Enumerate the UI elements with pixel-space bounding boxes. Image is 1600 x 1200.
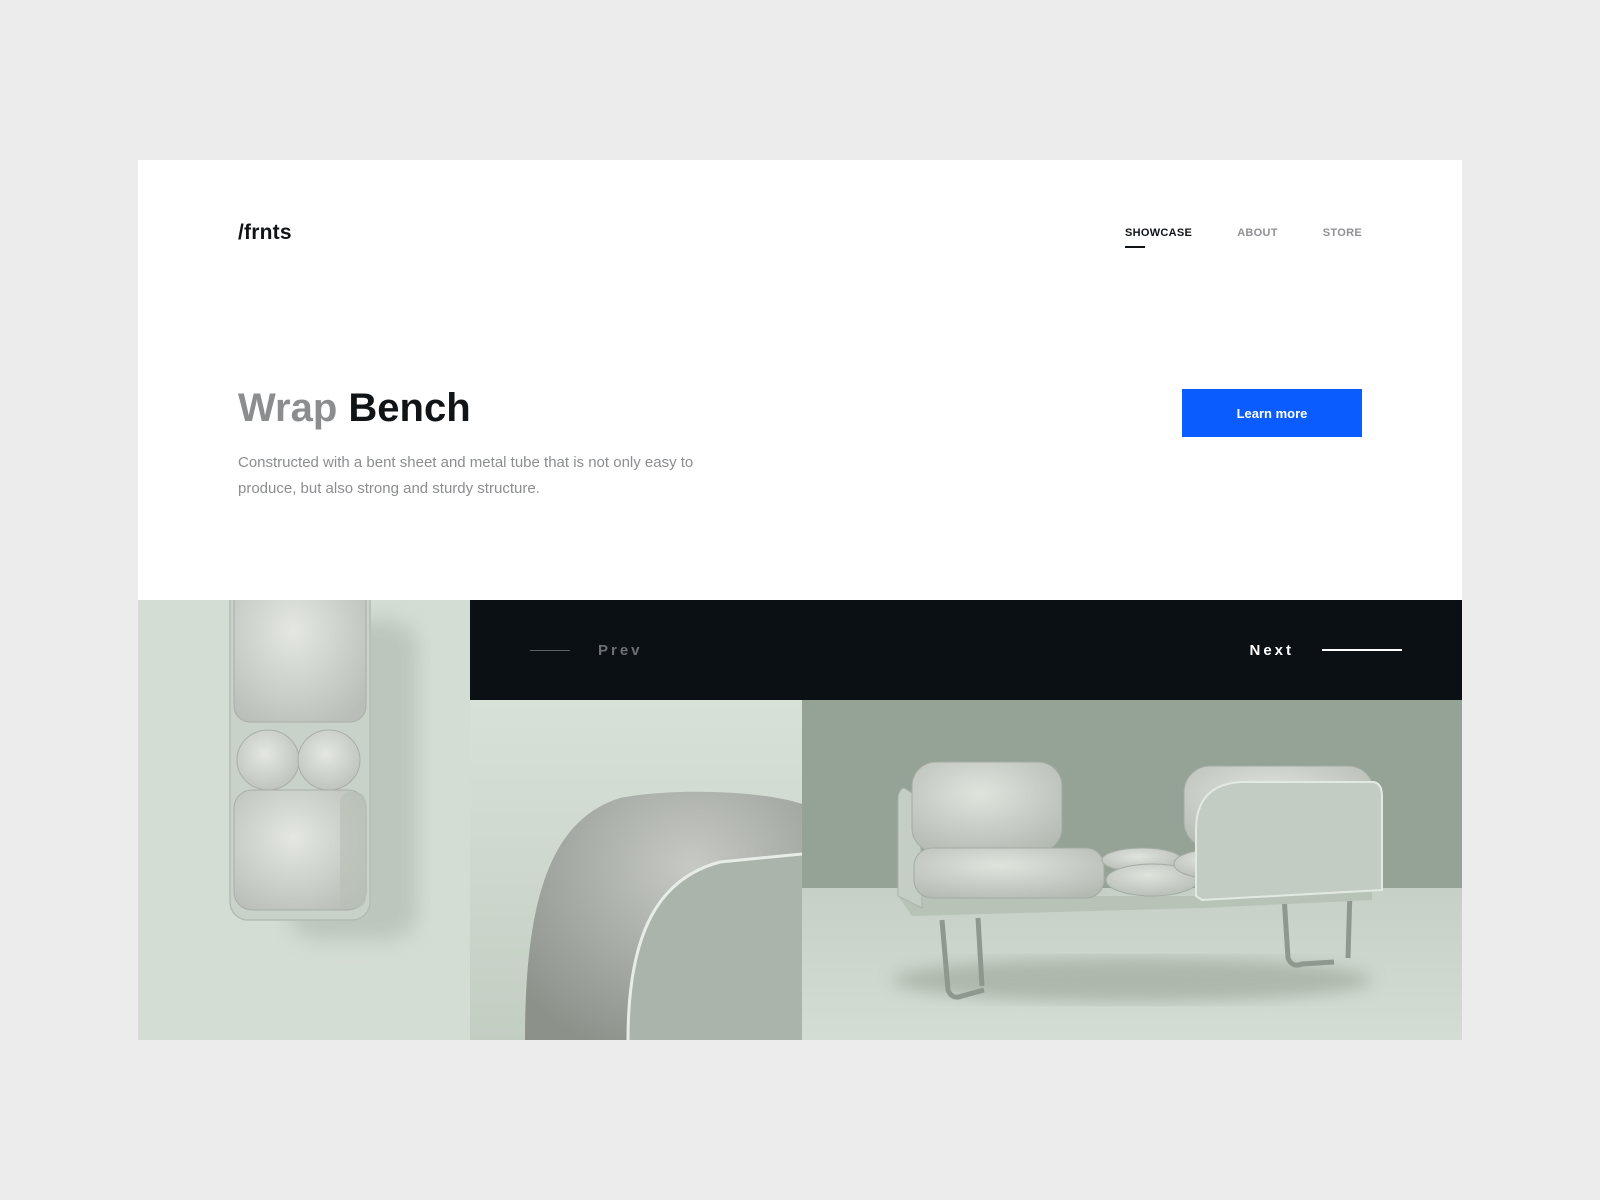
slider-controls: Prev Next	[470, 600, 1462, 700]
nav-item-store[interactable]: STORE	[1323, 227, 1362, 239]
nav-item-showcase[interactable]: SHOWCASE	[1125, 227, 1192, 248]
next-label: Next	[1249, 641, 1294, 659]
bench-top-view-image	[138, 600, 470, 1040]
prev-label: Prev	[598, 641, 643, 659]
title-light: Wrap	[238, 386, 338, 430]
next-line	[1322, 649, 1402, 651]
main-nav: SHOWCASE ABOUT STORE	[1080, 227, 1362, 248]
learn-more-button[interactable]: Learn more	[1182, 389, 1362, 437]
page-title: Wrap Bench	[238, 388, 471, 428]
next-button[interactable]: Next	[1249, 600, 1402, 700]
bench-perspective-image	[802, 700, 1462, 1040]
prev-line	[530, 649, 570, 651]
prev-button[interactable]: Prev	[530, 600, 643, 700]
product-description: Constructed with a bent sheet and metal …	[238, 454, 694, 497]
bench-armrest-detail-image	[470, 700, 802, 1040]
brand-logo[interactable]: /frnts	[238, 221, 292, 245]
product-gallery: Prev Next	[138, 600, 1462, 1040]
nav-item-about[interactable]: ABOUT	[1237, 227, 1278, 239]
page-card: /frnts SHOWCASE ABOUT STORE Wrap Bench C…	[138, 160, 1462, 1040]
title-bold: Bench	[348, 386, 471, 430]
